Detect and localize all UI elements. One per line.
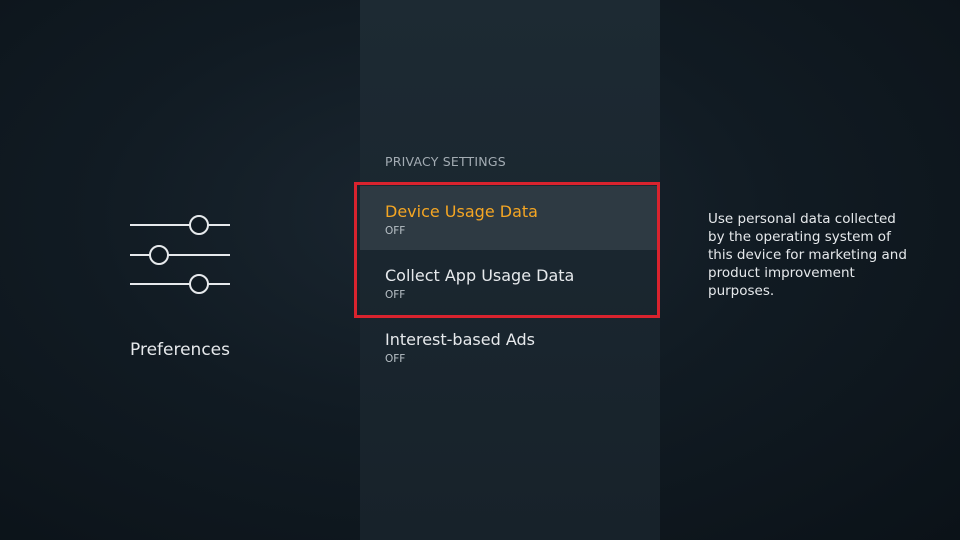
sliders-icon bbox=[130, 210, 230, 300]
menu-item-interest-based-ads[interactable]: Interest-based Ads OFF bbox=[360, 314, 660, 378]
setting-description: Use personal data collected by the opera… bbox=[708, 211, 907, 299]
category-pane: Preferences bbox=[0, 0, 360, 540]
privacy-settings-menu: PRIVACY SETTINGS Device Usage Data OFF C… bbox=[360, 0, 660, 540]
menu-item-title: Device Usage Data bbox=[385, 202, 538, 221]
menu-item-value: OFF bbox=[385, 353, 406, 365]
category-label: Preferences bbox=[130, 340, 230, 360]
menu-item-device-usage-data[interactable]: Device Usage Data OFF bbox=[360, 186, 660, 250]
menu-item-title: Interest-based Ads bbox=[385, 330, 535, 349]
menu-item-collect-app-usage-data[interactable]: Collect App Usage Data OFF bbox=[360, 250, 660, 314]
menu-item-title: Collect App Usage Data bbox=[385, 266, 575, 285]
menu-item-value: OFF bbox=[385, 289, 406, 301]
section-header: PRIVACY SETTINGS bbox=[385, 154, 506, 169]
settings-screen: Preferences PRIVACY SETTINGS Device Usag… bbox=[0, 0, 960, 540]
description-pane: Use personal data collected by the opera… bbox=[660, 0, 960, 540]
menu-item-value: OFF bbox=[385, 225, 406, 237]
